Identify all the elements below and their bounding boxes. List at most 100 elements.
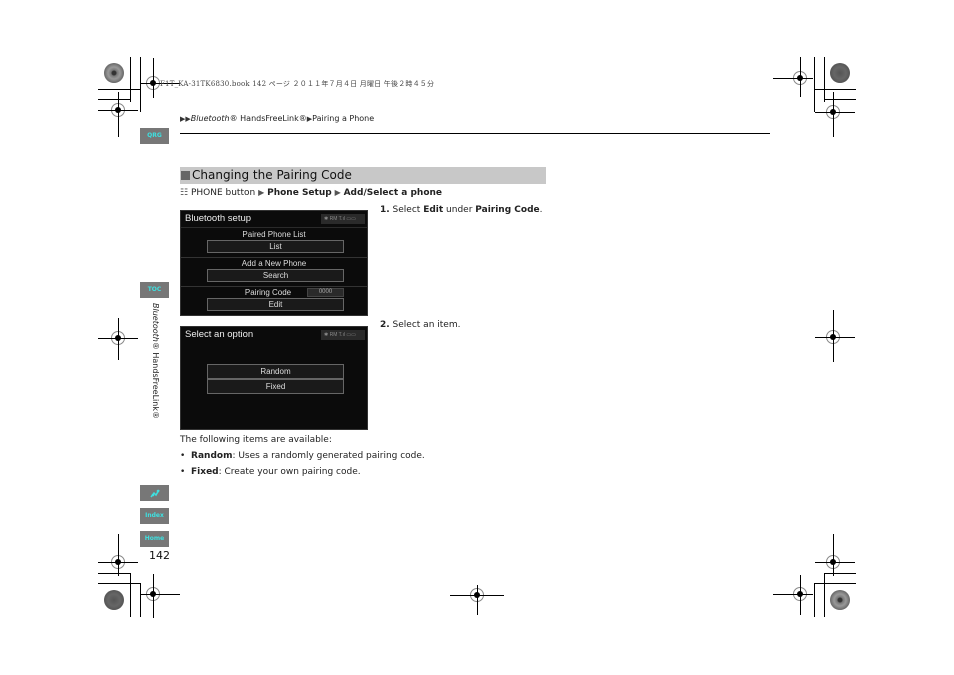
page-number: 142: [149, 549, 170, 562]
crop-line: [814, 583, 815, 617]
step-number: 2.: [380, 320, 390, 330]
random-button[interactable]: Random: [207, 364, 344, 379]
crop-line: [824, 57, 825, 102]
crop-line: [814, 57, 815, 112]
registration-disc-icon: [104, 590, 124, 610]
item-name: Fixed: [191, 467, 219, 477]
screen-title: Select an option: [185, 329, 254, 340]
crop-line: [800, 57, 801, 97]
divider: [181, 257, 367, 258]
screen-title: Bluetooth setup: [185, 213, 252, 224]
crop-line: [477, 585, 478, 615]
print-metadata: F1T_KA-31TK6830.book 142 ページ ２０１１年７月４日 月…: [160, 80, 435, 88]
step-1: 1. Select Edit under Pairing Code.: [380, 205, 543, 215]
crop-line: [98, 573, 130, 574]
crop-line: [800, 575, 801, 615]
crop-line: [833, 92, 834, 137]
crop-line: [130, 57, 131, 102]
section-heading: Changing the Pairing Code: [180, 167, 546, 184]
select-option-screen: Select an option ✱ RM T.ıl ▭▭ Random Fix…: [180, 326, 368, 430]
crop-line: [140, 583, 141, 617]
bullet-icon: •: [180, 467, 192, 477]
search-button[interactable]: Search: [207, 269, 344, 282]
fixed-button[interactable]: Fixed: [207, 379, 344, 394]
crop-line: [815, 337, 855, 338]
crop-line: [833, 534, 834, 576]
phone-button-icon: ☷: [180, 188, 189, 198]
list-button[interactable]: List: [207, 240, 344, 253]
registration-disc-icon: [830, 63, 850, 83]
header-rule: [180, 133, 770, 134]
qrg-tab[interactable]: QRG: [140, 128, 169, 144]
index-tab[interactable]: Index: [140, 508, 169, 524]
voice-command-tab[interactable]: [140, 485, 169, 501]
crop-line: [815, 562, 855, 563]
divider: [181, 286, 367, 287]
crop-line: [153, 58, 154, 98]
path-start: PHONE button: [190, 188, 256, 198]
edit-button[interactable]: Edit: [207, 298, 344, 311]
step-text: Select an item.: [389, 320, 461, 330]
crop-line: [815, 112, 855, 113]
breadcrumb-arrow-icon: ▶▶: [180, 115, 191, 123]
breadcrumb-item[interactable]: Pairing a Phone: [312, 114, 374, 123]
crop-line: [824, 573, 825, 617]
screen-header: Select an option ✱ RM T.ıl ▭▭: [181, 327, 367, 344]
paired-phone-list-label: Paired Phone List: [242, 230, 306, 239]
voice-command-icon: [149, 489, 160, 497]
status-bar: ✱ RM T.ıl ▭▭: [321, 330, 365, 340]
bluetooth-setup-screen: Bluetooth setup ✱ RM T.ıl ▭▭ Paired Phon…: [180, 210, 368, 316]
side-title-italic: Bluetooth: [151, 303, 160, 342]
path-step-phone-setup: Phone Setup: [267, 188, 332, 198]
crop-line: [814, 89, 856, 90]
breadcrumb-item[interactable]: ® HandsFreeLink®: [230, 114, 307, 123]
section-title: Changing the Pairing Code: [192, 168, 352, 182]
crop-line: [814, 583, 856, 584]
registration-disc-icon: [104, 63, 124, 83]
crop-line: [153, 574, 154, 618]
item-fixed: • Fixed: Create your own pairing code.: [180, 467, 361, 477]
breadcrumb-item[interactable]: Bluetooth: [191, 114, 230, 123]
side-title-rest: ® HandsFreeLink®: [151, 341, 160, 419]
crop-line: [833, 310, 834, 362]
section-bullet-icon: [181, 171, 190, 180]
path-arrow-icon: ▶: [258, 188, 265, 197]
breadcrumb: ▶▶Bluetooth® HandsFreeLink®▶Pairing a Ph…: [180, 114, 374, 123]
items-intro: The following items are available:: [180, 435, 332, 445]
crop-line: [118, 318, 119, 360]
registration-disc-icon: [830, 590, 850, 610]
step-text: Select: [389, 205, 424, 215]
pairing-code-value: 0000: [307, 288, 344, 297]
navigation-path: ☷ PHONE button ▶ Phone Setup ▶ Add/Selec…: [180, 188, 442, 198]
crop-line: [824, 99, 856, 100]
crop-line: [98, 89, 140, 90]
home-tab[interactable]: Home: [140, 531, 169, 547]
crop-line: [98, 99, 130, 100]
step-keyword-edit: Edit: [423, 205, 444, 215]
path-arrow-icon: ▶: [334, 188, 341, 197]
bullet-icon: •: [180, 451, 192, 461]
chapter-side-title: Bluetooth® HandsFreeLink®: [148, 303, 160, 433]
screen-header: Bluetooth setup ✱ RM T.ıl ▭▭: [181, 211, 367, 228]
step-text: under: [443, 205, 476, 215]
toc-tab[interactable]: TOC: [140, 282, 169, 298]
crop-line: [773, 594, 813, 595]
crop-line: [118, 92, 119, 137]
path-step-add-select: Add/Select a phone: [343, 188, 443, 198]
crop-line: [118, 534, 119, 576]
item-desc: : Create your own pairing code.: [218, 467, 361, 477]
crop-line: [773, 78, 813, 79]
status-bar: ✱ RM T.ıl ▭▭: [321, 214, 365, 224]
add-new-phone-label: Add a New Phone: [241, 259, 307, 268]
crop-line: [140, 594, 180, 595]
step-keyword-pairing-code: Pairing Code: [475, 205, 540, 215]
step-text: .: [539, 205, 543, 215]
item-random: • Random: Uses a randomly generated pair…: [180, 451, 425, 461]
crop-line: [130, 573, 131, 617]
item-desc: : Uses a randomly generated pairing code…: [232, 451, 425, 461]
item-name: Random: [191, 451, 233, 461]
crop-line: [824, 573, 856, 574]
step-number: 1.: [380, 205, 390, 215]
step-2: 2. Select an item.: [380, 320, 460, 330]
crop-line: [98, 583, 140, 584]
